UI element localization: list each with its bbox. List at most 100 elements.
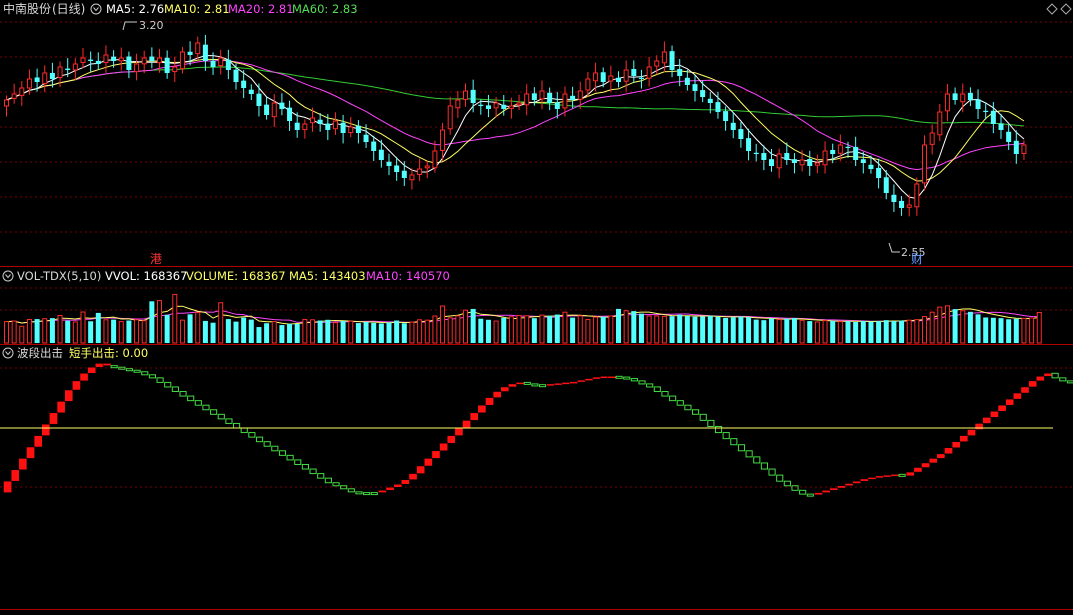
wave-bar[interactable]	[417, 466, 425, 474]
volume-bar[interactable]	[540, 315, 544, 343]
volume-bar[interactable]	[279, 325, 284, 343]
volume-bar[interactable]	[769, 318, 774, 343]
volume-bar[interactable]	[999, 318, 1004, 343]
volume-bar[interactable]	[433, 316, 437, 343]
volume-bar[interactable]	[402, 323, 407, 343]
volume-bar[interactable]	[953, 309, 958, 343]
wave-bar[interactable]	[814, 493, 822, 495]
wave-bar[interactable]	[478, 405, 486, 413]
wave-bar[interactable]	[929, 458, 937, 463]
volume-bar[interactable]	[761, 320, 766, 343]
wave-bar[interactable]	[72, 381, 80, 390]
volume-bar[interactable]	[249, 320, 254, 343]
wave-bar[interactable]	[830, 488, 838, 490]
wave-bar[interactable]	[1044, 373, 1052, 376]
wave-bar[interactable]	[394, 484, 402, 487]
volume-bar[interactable]	[234, 322, 239, 343]
volume-bar[interactable]	[325, 320, 330, 343]
wave-bar[interactable]	[409, 474, 417, 480]
volume-bar[interactable]	[700, 317, 705, 343]
wave-bar[interactable]	[562, 382, 570, 384]
volume-bar[interactable]	[815, 322, 819, 343]
wave-bar[interactable]	[1021, 387, 1029, 393]
volume-bar[interactable]	[631, 311, 636, 343]
volume-bar[interactable]	[371, 323, 376, 343]
volume-bar[interactable]	[509, 317, 513, 343]
volume-bar[interactable]	[379, 323, 384, 343]
volume-bar[interactable]	[685, 316, 690, 343]
volume-bar[interactable]	[333, 323, 337, 343]
volume-bar[interactable]	[578, 316, 582, 343]
volume-bar[interactable]	[517, 315, 521, 343]
volume-bar[interactable]	[708, 316, 713, 343]
volume-bar[interactable]	[1037, 312, 1041, 343]
volume-bar[interactable]	[471, 309, 476, 343]
volume-bar[interactable]	[930, 312, 934, 343]
wave-bar[interactable]	[1036, 376, 1044, 381]
volume-bar[interactable]	[27, 319, 31, 343]
wave-bar[interactable]	[26, 447, 34, 458]
wave-bar[interactable]	[1013, 393, 1021, 399]
volume-bar[interactable]	[1022, 318, 1026, 343]
volume-bar[interactable]	[418, 320, 422, 343]
volume-bar[interactable]	[364, 322, 369, 343]
volume-bar[interactable]	[800, 320, 804, 343]
wave-bar[interactable]	[88, 367, 96, 373]
wave-bar[interactable]	[952, 442, 960, 448]
wave-bar[interactable]	[983, 417, 991, 423]
volume-bar[interactable]	[96, 313, 101, 343]
volume-bar[interactable]	[394, 321, 399, 343]
wave-bar[interactable]	[103, 363, 111, 365]
volume-bar[interactable]	[853, 322, 858, 343]
wave-bar[interactable]	[600, 376, 608, 378]
wave-bar[interactable]	[990, 411, 998, 417]
volume-bar[interactable]	[456, 316, 460, 343]
volume-bar[interactable]	[746, 317, 751, 343]
wave-bar[interactable]	[80, 373, 88, 381]
volume-bar[interactable]	[165, 315, 170, 343]
wave-bar[interactable]	[440, 443, 448, 451]
volume-bar[interactable]	[586, 319, 590, 343]
volume-bar[interactable]	[923, 317, 927, 343]
wave-bar[interactable]	[944, 448, 952, 454]
wave-bar[interactable]	[485, 398, 493, 406]
wave-bar[interactable]	[570, 382, 578, 384]
wave-bar[interactable]	[42, 424, 50, 435]
wave-bar[interactable]	[65, 390, 73, 401]
wave-bar[interactable]	[501, 387, 509, 392]
event-marker-gang[interactable]: 港	[150, 252, 162, 266]
volume-bar[interactable]	[173, 294, 177, 343]
wave-bar[interactable]	[11, 470, 19, 481]
wave-bar[interactable]	[57, 401, 65, 412]
volume-bar[interactable]	[73, 322, 77, 343]
wave-bar[interactable]	[967, 430, 975, 436]
volume-bar[interactable]	[861, 321, 866, 343]
wave-bar[interactable]	[906, 472, 914, 476]
volume-bar[interactable]	[35, 319, 40, 343]
wave-bar[interactable]	[883, 475, 891, 477]
wave-bar[interactable]	[577, 380, 585, 382]
volume-bar[interactable]	[601, 317, 606, 343]
volume-bar[interactable]	[88, 321, 93, 343]
volume-bar[interactable]	[226, 319, 231, 343]
volume-bar[interactable]	[846, 321, 851, 343]
wave-bar[interactable]	[19, 458, 27, 469]
volume-bar[interactable]	[838, 322, 842, 343]
volume-bar[interactable]	[410, 322, 414, 343]
volume-bar[interactable]	[723, 318, 728, 343]
volume-bar[interactable]	[784, 319, 789, 343]
wave-bar[interactable]	[34, 436, 42, 447]
volume-bar[interactable]	[256, 327, 261, 343]
wave-bar[interactable]	[1029, 381, 1037, 387]
volume-bar[interactable]	[349, 321, 353, 343]
volume-bar[interactable]	[303, 319, 307, 343]
volume-bar[interactable]	[991, 318, 996, 343]
volume-bar[interactable]	[387, 323, 392, 343]
volume-bar[interactable]	[196, 313, 200, 343]
volume-bar[interactable]	[525, 316, 529, 343]
volume-bar[interactable]	[570, 318, 575, 343]
wave-bar[interactable]	[95, 363, 103, 367]
wave-bar[interactable]	[891, 474, 899, 476]
volume-bar[interactable]	[754, 320, 759, 343]
volume-bar[interactable]	[425, 320, 429, 343]
